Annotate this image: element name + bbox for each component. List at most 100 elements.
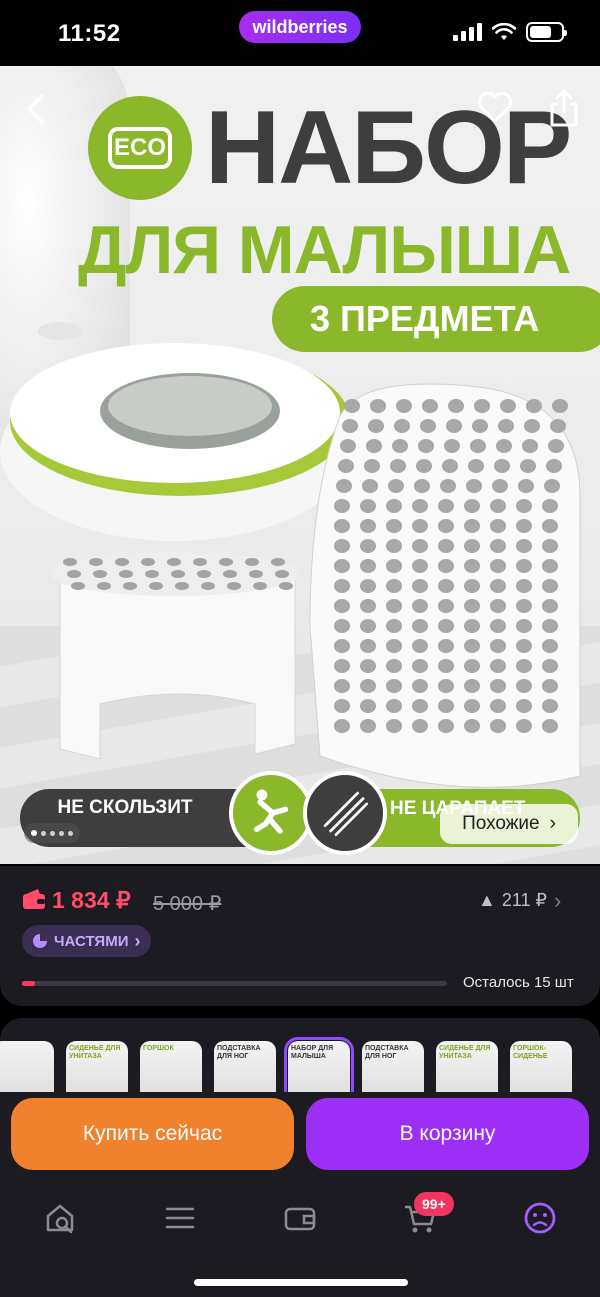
step-hole bbox=[360, 639, 376, 653]
step-hole bbox=[516, 559, 532, 573]
step-hole bbox=[516, 699, 532, 713]
step-hole bbox=[334, 619, 350, 633]
installments-button[interactable]: ЧАСТЯМИ › bbox=[22, 925, 151, 957]
step-hole bbox=[412, 559, 428, 573]
add-to-cart-button[interactable]: В корзину bbox=[306, 1098, 589, 1170]
step-hole bbox=[522, 439, 538, 453]
cellular-signal-icon bbox=[453, 23, 482, 41]
step-hole bbox=[412, 519, 428, 533]
step-hole bbox=[552, 399, 568, 413]
step-hole bbox=[448, 399, 464, 413]
step-hole bbox=[490, 699, 506, 713]
old-price: 5 000 ₽ bbox=[153, 893, 222, 915]
back-arrow-icon[interactable] bbox=[22, 92, 52, 126]
stool-hole bbox=[71, 582, 85, 590]
step-hole bbox=[494, 459, 510, 473]
step-hole bbox=[334, 499, 350, 513]
step-hole bbox=[370, 399, 386, 413]
share-icon[interactable] bbox=[548, 88, 580, 128]
product-image-gallery[interactable]: ECO НАБОР ДЛЯ МАЛЫША 3 ПРЕДМЕТА НЕ СКОЛЬ… bbox=[0, 66, 600, 864]
stool-hole bbox=[149, 582, 163, 590]
step-hole bbox=[520, 459, 536, 473]
buy-now-button[interactable]: Купить сейчас bbox=[11, 1098, 294, 1170]
step-hole bbox=[360, 579, 376, 593]
step-hole bbox=[490, 579, 506, 593]
gallery-dot bbox=[41, 830, 46, 836]
step-hole bbox=[518, 479, 534, 493]
stool-hole bbox=[171, 570, 185, 578]
step-hole bbox=[386, 699, 402, 713]
wallet-icon[interactable] bbox=[280, 1198, 320, 1238]
step-hole bbox=[412, 599, 428, 613]
step-hole bbox=[524, 419, 540, 433]
status-time: 11:52 bbox=[58, 20, 121, 47]
step-hole bbox=[386, 639, 402, 653]
step-hole bbox=[360, 679, 376, 693]
step-hole bbox=[438, 679, 454, 693]
step-hole bbox=[464, 619, 480, 633]
thumbnail-label: НАБОР ДЛЯ МАЛЫША bbox=[291, 1045, 334, 1060]
stool-hole bbox=[175, 582, 189, 590]
chevron-right-icon: › bbox=[134, 930, 141, 951]
step-hole bbox=[516, 719, 532, 733]
step-hole bbox=[388, 479, 404, 493]
thumbnail-label: ПОДСТАВКА ДЛЯ НОГ bbox=[365, 1045, 409, 1060]
step-hole bbox=[470, 439, 486, 453]
stool-hole bbox=[63, 558, 77, 566]
stool-hole bbox=[223, 570, 237, 578]
step-hole bbox=[542, 619, 558, 633]
thumbnail-label: ГОРШОК bbox=[143, 1045, 174, 1052]
step-hole bbox=[334, 679, 350, 693]
wildberries-pill[interactable]: wildberries bbox=[239, 11, 361, 43]
price-change[interactable]: ▲ 211 ₽ bbox=[478, 890, 547, 911]
hero-title: НАБОР bbox=[205, 90, 572, 206]
thumbnail-label: ПОДСТАВКА ДЛЯ НОГ bbox=[217, 1045, 261, 1060]
step-hole bbox=[438, 619, 454, 633]
favorite-heart-icon[interactable] bbox=[476, 90, 514, 124]
chevron-right-icon[interactable]: › bbox=[554, 888, 561, 914]
step-hole bbox=[438, 519, 454, 533]
step-hole bbox=[516, 539, 532, 553]
action-buttons: Купить сейчас В корзину bbox=[0, 1092, 600, 1180]
step-hole bbox=[334, 579, 350, 593]
step-hole bbox=[464, 519, 480, 533]
step-hole bbox=[550, 419, 566, 433]
foot-step-image bbox=[309, 383, 581, 788]
profile-icon[interactable] bbox=[520, 1198, 560, 1238]
step-hole bbox=[464, 579, 480, 593]
gallery-pagination bbox=[24, 823, 80, 843]
step-hole bbox=[490, 659, 506, 673]
step-hole bbox=[412, 659, 428, 673]
similar-products-button[interactable]: Похожие › bbox=[440, 804, 578, 844]
home-search-icon[interactable] bbox=[40, 1198, 80, 1238]
home-indicator[interactable] bbox=[194, 1279, 408, 1286]
stool-hole bbox=[145, 570, 159, 578]
stool-hole bbox=[245, 558, 259, 566]
step-hole bbox=[412, 719, 428, 733]
catalog-menu-icon[interactable] bbox=[160, 1198, 200, 1238]
stool-hole bbox=[201, 582, 215, 590]
step-hole bbox=[492, 479, 508, 493]
step-hole bbox=[334, 539, 350, 553]
stool-hole bbox=[93, 570, 107, 578]
step-hole bbox=[468, 459, 484, 473]
step-hole bbox=[498, 419, 514, 433]
step-hole bbox=[420, 419, 436, 433]
step-hole bbox=[386, 719, 402, 733]
step-hole bbox=[526, 399, 542, 413]
step-hole bbox=[516, 639, 532, 653]
eco-badge: ECO bbox=[88, 96, 192, 200]
step-hole bbox=[386, 499, 402, 513]
current-price: 1 834 ₽ bbox=[52, 887, 131, 913]
eco-label: ECO bbox=[108, 127, 172, 169]
stool-hole bbox=[275, 570, 289, 578]
step-hole bbox=[542, 659, 558, 673]
step-hole bbox=[390, 459, 406, 473]
wifi-icon bbox=[492, 23, 516, 40]
step-hole bbox=[360, 539, 376, 553]
step-hole bbox=[392, 439, 408, 453]
step-hole bbox=[490, 519, 506, 533]
stock-remaining-text: Осталось 15 шт bbox=[463, 974, 574, 991]
price-card: 1 834 ₽ 5 000 ₽ ▲ 211 ₽ › ЧАСТЯМИ › Оста… bbox=[0, 866, 600, 1006]
status-bar: 11:52 wildberries bbox=[0, 0, 600, 66]
